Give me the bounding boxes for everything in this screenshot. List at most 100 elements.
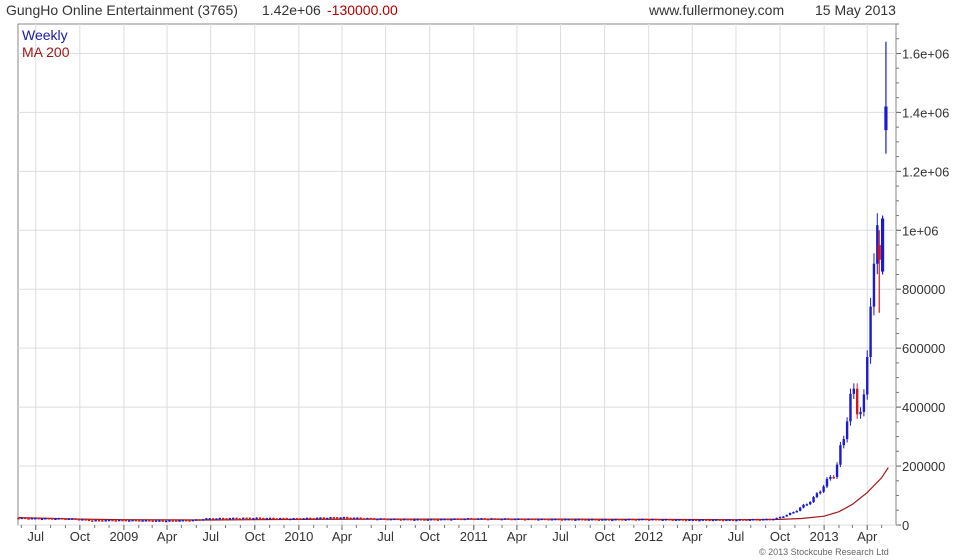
candle-body — [819, 491, 822, 494]
candle-body — [413, 519, 416, 521]
candle-body — [356, 517, 359, 520]
candle-body — [208, 518, 211, 520]
candle-body — [701, 519, 705, 521]
candle-body — [574, 519, 577, 521]
candle-body — [523, 519, 527, 521]
candle-body — [70, 518, 74, 520]
candle-body — [554, 518, 557, 521]
candle-body — [517, 518, 520, 521]
candle-body — [50, 518, 54, 520]
candle-body — [483, 518, 486, 520]
candle-body — [393, 518, 396, 521]
candle-body — [111, 519, 114, 522]
candle-body — [580, 518, 584, 521]
candle-body — [624, 519, 627, 521]
y-tick-label: 1.2e+06 — [902, 164, 949, 179]
candle-body — [795, 510, 798, 513]
candle-body — [188, 520, 191, 522]
candle-body — [530, 518, 533, 521]
candle-body — [168, 520, 171, 522]
x-tick-label: Jul — [27, 529, 44, 544]
candle-body — [678, 519, 681, 521]
candle-body — [81, 519, 84, 521]
x-axis: Jul Oct 2009 Apr Jul Oct 2010 Apr Jul Oct 2011 Apr J… — [20, 525, 883, 544]
x-tick-label: 2011 — [460, 529, 488, 544]
candle-body — [812, 497, 815, 503]
y-tick-label: 0 — [902, 518, 909, 533]
candle-body — [664, 519, 668, 521]
candle-body — [104, 520, 107, 522]
candle-body — [533, 518, 537, 521]
candle-body — [366, 518, 369, 520]
candle-body — [369, 518, 372, 520]
candle-body — [379, 518, 382, 520]
candle-body — [211, 518, 215, 520]
candle-body — [688, 519, 691, 521]
candle-body — [658, 519, 661, 521]
candle-body — [205, 518, 208, 520]
candle-body — [782, 516, 785, 518]
candle-body — [195, 519, 198, 521]
candle-body — [134, 519, 138, 522]
candle-body — [543, 518, 547, 521]
candle-body — [755, 519, 758, 521]
candle-body — [352, 517, 356, 520]
candle-body — [416, 518, 419, 521]
candle-body — [634, 519, 637, 521]
candle-body — [832, 476, 835, 479]
candle-body — [325, 517, 329, 520]
candle-body — [386, 518, 389, 521]
candle-body — [225, 518, 228, 520]
candle-body — [34, 517, 37, 520]
x-tick-label: Apr — [157, 529, 178, 544]
candle-body — [124, 519, 128, 522]
candle-body — [792, 512, 795, 514]
candle-body — [866, 357, 869, 395]
candle-body — [181, 519, 185, 522]
candle-body — [419, 518, 423, 521]
candle-body — [37, 517, 40, 520]
candle-body — [44, 518, 47, 520]
candle-body — [144, 520, 148, 522]
x-tick-label: Oct — [770, 529, 791, 544]
candle-body — [698, 519, 701, 522]
candle-body — [839, 445, 842, 465]
x-tick-label: 2013 — [810, 529, 839, 544]
candle-body — [741, 519, 745, 521]
candle-body — [248, 517, 252, 520]
candle-body — [252, 518, 255, 520]
x-tick-label: Oct — [420, 529, 441, 544]
candle-body — [349, 517, 352, 520]
candle-body — [439, 518, 443, 521]
candle-body — [594, 519, 597, 521]
candle-body — [835, 464, 839, 477]
candle-body — [644, 518, 648, 521]
candle-body — [842, 439, 845, 446]
candle-body — [67, 518, 71, 521]
x-tick-label: Jul — [728, 529, 745, 544]
candle-body — [884, 106, 888, 131]
candle-body — [456, 518, 460, 521]
candle-body — [557, 518, 560, 521]
x-tick-label: Apr — [507, 529, 528, 544]
candle-body — [614, 519, 617, 521]
x-tick-label: Jul — [552, 529, 569, 544]
candle-body — [587, 519, 590, 521]
candle-body — [339, 517, 342, 519]
candle-body — [681, 519, 684, 521]
candle-body — [164, 520, 168, 523]
price-label: 1.42e+06 — [262, 2, 321, 18]
candle-body — [268, 517, 272, 520]
candle-body — [403, 518, 406, 521]
candle-body — [215, 518, 218, 520]
candle-body — [604, 519, 607, 521]
candle-body — [275, 518, 278, 520]
candle-body — [429, 518, 433, 521]
candle-body — [547, 518, 550, 521]
candle-body — [829, 476, 832, 479]
x-tick-label: Oct — [245, 529, 266, 544]
candle-body — [309, 517, 312, 520]
candle-body — [809, 502, 812, 505]
candle-body — [607, 519, 611, 521]
legend-weekly: Weekly — [22, 27, 68, 43]
